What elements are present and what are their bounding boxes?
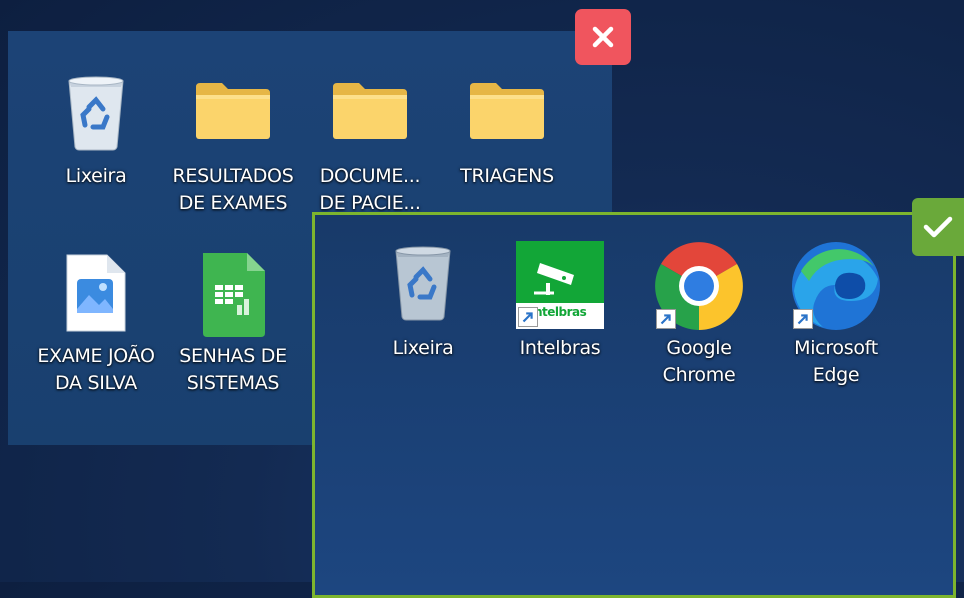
icon-label-line2: Edge [812,364,860,386]
desktop-icon-intelbras[interactable]: ntelbras Intelbras [500,239,620,369]
desktop-icon-exame-joao-da-silva[interactable]: EXAME JOÃO DA SILVA [36,249,156,399]
desktop-icon-senhas-de-sistemas[interactable]: SENHAS DE SISTEMAS [173,249,293,399]
folder-icon [333,83,407,139]
icon-label: Lixeira [392,337,454,359]
icon-label-line2: SISTEMAS [186,372,280,394]
desktop-icon-lixeira[interactable]: Lixeira [363,239,483,369]
correct-badge [912,198,964,256]
icon-label: Lixeira [65,165,127,187]
icon-label: TRIAGENS [460,165,554,187]
icon-label-line2: Chrome [662,364,736,386]
icon-label-line1: RESULTADOS [172,165,294,187]
desktop-icon-google-chrome[interactable]: Google Chrome [639,239,759,399]
edge-app-icon [791,241,881,331]
chrome-app-icon [654,241,744,331]
desktop-panel-correct: Lixeira ntelbras Intelbras Google Chrome… [312,212,956,598]
intelbras-logo-text: ntelbras [534,305,587,319]
icon-label-line1: Google [666,337,732,359]
desktop-icon-triagens[interactable]: TRIAGENS [447,69,567,199]
desktop-icon-resultados-de-exames[interactable]: RESULTADOS DE EXAMES [173,69,294,219]
icon-label-line1: Microsoft [794,337,878,359]
intelbras-app-icon: ntelbras [516,241,604,329]
desktop-icon-microsoft-edge[interactable]: Microsoft Edge [776,239,896,399]
folder-icon [470,83,544,139]
icon-label-line1: SENHAS DE [179,345,287,367]
recycle-bin-icon [395,246,451,321]
close-icon [592,26,614,48]
icon-label: Intelbras [519,337,601,359]
incorrect-badge [575,9,631,65]
shortcut-arrow-icon [793,309,813,329]
icon-label-line2: DE EXAMES [178,192,288,214]
desktop-icon-documentos-de-pacientes[interactable]: DOCUME... DE PACIE... [310,69,430,219]
shortcut-arrow-icon [518,307,538,327]
icon-label-line1: EXAME JOÃO [37,345,155,367]
desktop-icon-lixeira[interactable]: Lixeira [36,69,156,199]
image-file-icon [66,254,126,332]
check-icon [923,216,953,238]
folder-icon [196,83,270,139]
spreadsheet-icon [203,253,265,337]
shortcut-arrow-icon [656,309,676,329]
icon-label-line2: DA SILVA [55,372,137,394]
recycle-bin-icon [68,76,124,151]
icon-label-line1: DOCUME... [319,165,421,187]
